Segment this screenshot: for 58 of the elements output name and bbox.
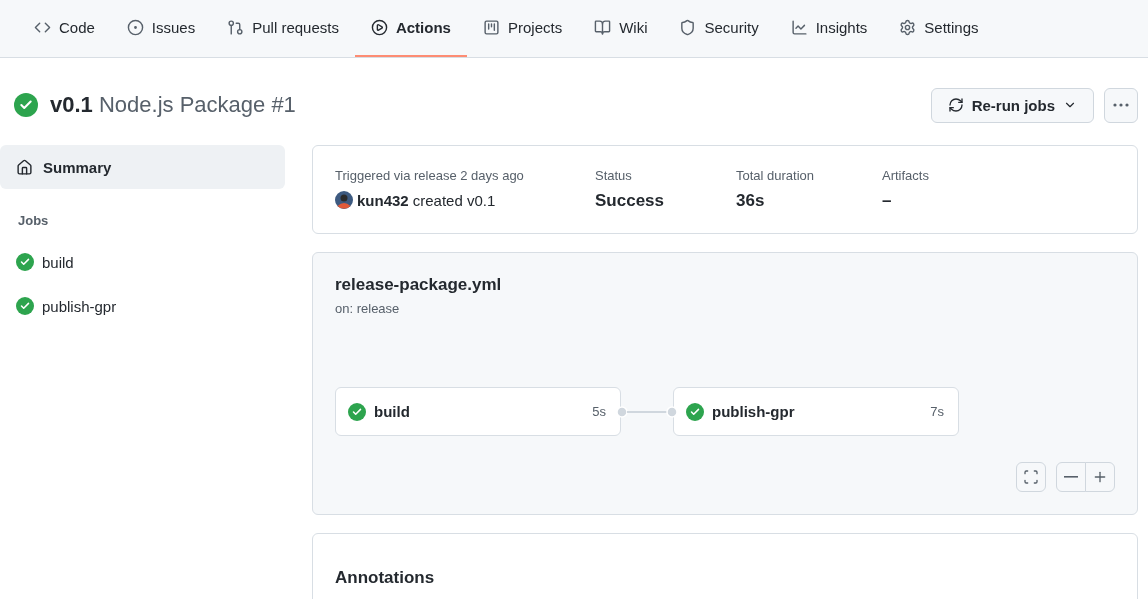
run-title: v0.1 Node.js Package #1 [50, 92, 297, 118]
nav-tab[interactable]: Issues [110, 0, 212, 57]
workflow-file-name: release-package.yml [335, 275, 503, 295]
nav-tab[interactable]: Actions [354, 0, 467, 57]
nav-tab[interactable]: Wiki [578, 0, 664, 57]
check-circle-icon [686, 402, 704, 421]
trigger-label: Triggered via release 2 days ago [335, 168, 525, 183]
nav-tab[interactable]: Projects [466, 0, 579, 57]
more-button[interactable] [1104, 87, 1138, 123]
settings-icon [899, 19, 917, 36]
stat-label: Artifacts [882, 168, 930, 183]
plus-icon [1092, 469, 1108, 485]
job-duration: 5s [592, 404, 606, 419]
nav-tab[interactable]: Settings [883, 0, 995, 57]
job-duration: 7s [930, 404, 944, 419]
circle-dot-icon [126, 19, 144, 36]
nav-tab[interactable]: Insights [774, 0, 884, 57]
workflow-trigger: on: release [335, 301, 401, 316]
zoom-in-button[interactable] [1085, 462, 1115, 492]
zoom-out-button[interactable] [1056, 462, 1086, 492]
job-link[interactable]: publish-gpr [0, 284, 285, 328]
summary-link[interactable]: Summary [0, 145, 285, 189]
fullscreen-button[interactable] [1016, 462, 1046, 492]
job-node[interactable]: publish-gpr 7s [673, 387, 959, 436]
refresh-icon [947, 97, 964, 113]
check-circle-icon [16, 253, 34, 271]
book-icon [594, 19, 612, 36]
jobs-heading: Jobs [17, 212, 50, 230]
nav-tab[interactable]: Code [18, 0, 111, 57]
graph-icon [790, 19, 808, 36]
stat-value: – [882, 191, 893, 211]
job-link[interactable]: build [0, 240, 285, 284]
job-node[interactable]: build 5s [335, 387, 621, 436]
trigger-action: created v0.1 [412, 191, 496, 209]
stat-label: Total duration [736, 168, 816, 183]
shield-icon [679, 19, 697, 36]
stat-label: Status [595, 168, 633, 183]
stat-value: Success [595, 191, 665, 211]
job-name: build [374, 403, 411, 420]
check-circle-icon [16, 297, 34, 315]
minus-icon [1064, 476, 1078, 478]
ellipsis-icon [1113, 103, 1129, 107]
play-icon [370, 19, 388, 36]
connector-line [616, 405, 678, 418]
annotations-heading: Annotations [335, 568, 436, 588]
fullscreen-icon [1023, 469, 1039, 485]
user-name: kun432 [357, 191, 409, 209]
nav-tab[interactable]: Security [663, 0, 775, 57]
rerun-jobs-button[interactable]: Re-run jobs [930, 87, 1094, 123]
kanban-icon [482, 19, 500, 36]
check-circle-icon [348, 402, 366, 421]
pull-request-icon [227, 19, 245, 36]
check-circle-icon [14, 93, 38, 117]
avatar-icon [335, 191, 353, 209]
job-name: publish-gpr [712, 403, 796, 420]
home-icon [16, 158, 33, 176]
stat-value: 36s [736, 191, 766, 211]
nav-tab[interactable]: Pull requests [211, 0, 355, 57]
